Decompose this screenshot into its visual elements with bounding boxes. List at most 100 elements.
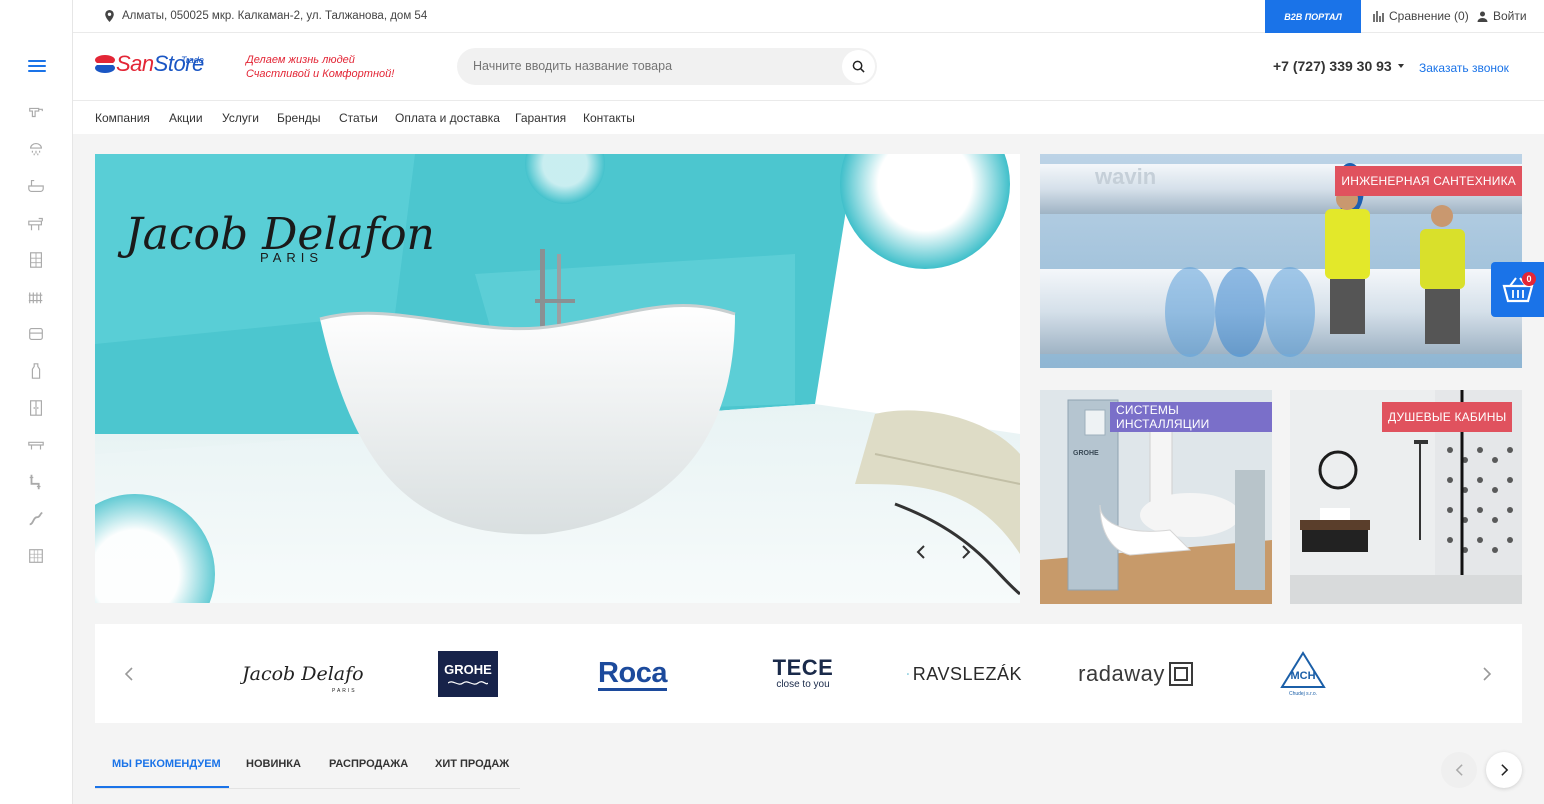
banner-shower[interactable]: ДУШЕВЫЕ КАБИНЫ — [1290, 390, 1522, 604]
brand-radaway[interactable]: radaway — [1073, 650, 1198, 698]
bottle-icon[interactable] — [26, 361, 46, 381]
nav-item-articles[interactable]: Статьи — [339, 111, 378, 125]
wave-icon — [448, 680, 488, 685]
brands-prev-arrow[interactable] — [121, 664, 137, 684]
radaway-logo: radaway — [1078, 661, 1165, 686]
shelf-icon[interactable] — [26, 435, 46, 455]
pipe-icon[interactable] — [26, 472, 46, 492]
wavin-brand-text: wavin — [1094, 164, 1156, 189]
chevron-right-icon — [1483, 667, 1492, 681]
products-prev-button[interactable] — [1441, 752, 1477, 788]
top-bar: Алматы, 050025 мкр. Калкаман-2, ул. Талж… — [73, 0, 1544, 33]
cart-count-badge: 0 — [1522, 272, 1536, 286]
radiator-icon[interactable] — [26, 287, 46, 307]
main-nav: Компания Акции Услуги Бренды Статьи Опла… — [73, 101, 1544, 134]
compare-label: Сравнение (0) — [1389, 9, 1469, 23]
brand-mch[interactable]: MCH Chudej s.r.o. — [1278, 650, 1328, 698]
chevron-right-icon — [1500, 764, 1508, 776]
toilet-icon[interactable] — [26, 324, 46, 344]
brands-next-arrow[interactable] — [1479, 664, 1495, 684]
floating-cart-button[interactable]: 0 — [1491, 262, 1544, 317]
shower-head-icon[interactable] — [26, 139, 46, 159]
slogan-line-1: Делаем жизнь людей — [246, 54, 355, 66]
search-button[interactable] — [842, 50, 875, 83]
nav-item-payment-delivery[interactable]: Оплата и доставка — [395, 111, 500, 125]
user-icon — [1477, 11, 1488, 22]
caret-down-icon — [1397, 64, 1404, 68]
banner-installation[interactable]: GROHE СИСТЕМЫ ИНСТАЛЛЯЦИИ — [1040, 390, 1272, 604]
search-input[interactable] — [473, 59, 833, 73]
brand-tece[interactable]: TECE close to you — [763, 650, 843, 698]
slogan: Делаем жизнь людей Счастливой и Комфортн… — [246, 53, 394, 81]
svg-text:PARIS: PARIS — [332, 688, 357, 694]
tece-tagline: close to you — [776, 679, 830, 690]
shower-cabin-icon[interactable] — [26, 250, 46, 270]
grohe-label-text: GROHE — [1073, 450, 1099, 457]
nav-item-promotions[interactable]: Акции — [169, 111, 203, 125]
mch-logo: MCH — [1280, 651, 1326, 688]
bathtub-icon[interactable] — [26, 176, 46, 196]
tab-bestsellers[interactable]: ХИТ ПРОДАЖ — [435, 758, 509, 770]
cabinet-icon[interactable] — [26, 398, 46, 418]
login-label: Войти — [1493, 9, 1527, 23]
tab-new[interactable]: НОВИНКА — [246, 758, 301, 770]
products-next-button[interactable] — [1486, 752, 1522, 788]
hero-brand-city: PARIS — [260, 250, 323, 265]
engineering-label: ИНЖЕНЕРНАЯ САНТЕХНИКА — [1335, 166, 1522, 196]
hero-next-arrow[interactable] — [957, 544, 973, 560]
tab-sale[interactable]: РАСПРОДАЖА — [329, 758, 408, 770]
banner-engineering[interactable]: wavin ИНЖЕНЕРНАЯ САНТЕХНИКА — [1040, 154, 1522, 368]
slogan-line-2: Счастливой и Комфортной! — [246, 68, 395, 80]
chevron-left-icon — [124, 667, 133, 681]
tab-recommended[interactable]: МЫ РЕКОМЕНДУЕМ — [112, 758, 221, 770]
nav-item-contacts[interactable]: Контакты — [583, 111, 635, 125]
brand-grohe[interactable]: GROHE — [438, 650, 498, 698]
svg-text:Jacob Delafon: Jacob Delafon — [240, 663, 365, 685]
ravslezak-drop-icon — [907, 673, 909, 675]
grohe-logo: GROHE — [438, 651, 498, 697]
location-pin-icon — [105, 10, 114, 22]
hero-image: Jacob Delafon PARIS — [95, 154, 1020, 603]
address-text: Алматы, 050025 мкр. Калкаман-2, ул. Талж… — [122, 10, 428, 22]
active-tab-underline — [95, 786, 229, 788]
faucet-icon[interactable] — [26, 102, 46, 122]
jacob-delafon-logo: Jacob Delafon PARIS — [240, 663, 365, 694]
brand-jacob-delafon[interactable]: Jacob Delafon PARIS — [240, 650, 365, 698]
chevron-left-icon — [916, 545, 925, 559]
login-link[interactable]: Войти — [1477, 9, 1527, 23]
compare-bars-icon — [1373, 10, 1384, 22]
shower-label: ДУШЕВЫЕ КАБИНЫ — [1382, 402, 1513, 432]
search-box — [457, 48, 877, 85]
tece-logo: TECE — [772, 655, 834, 680]
header: SanStore Trade Делаем жизнь людей Счастл… — [73, 33, 1544, 101]
hero-slider[interactable]: Jacob Delafon PARIS — [95, 154, 1020, 603]
brand-roca[interactable]: Roca — [590, 650, 675, 698]
chevron-right-icon — [962, 545, 971, 559]
phone-number: +7 (727) 339 30 93 — [1273, 58, 1392, 74]
logo-subtitle: Trade — [181, 55, 204, 65]
nav-item-brands[interactable]: Бренды — [277, 111, 320, 125]
ravslezak-logo: RAVSLEZÁK — [912, 663, 1022, 684]
tile-icon[interactable] — [26, 546, 46, 566]
brand-ravslezak[interactable]: RAVSLEZÁK — [907, 650, 1022, 698]
nav-item-warranty[interactable]: Гарантия — [515, 111, 566, 125]
product-tabs: МЫ РЕКОМЕНДУЕМ НОВИНКА РАСПРОДАЖА ХИТ ПР… — [95, 745, 520, 789]
sink-icon[interactable] — [26, 213, 46, 233]
roca-logo: Roca — [598, 656, 667, 691]
phone-dropdown[interactable]: +7 (727) 339 30 93 — [1273, 58, 1404, 74]
hose-icon[interactable] — [26, 509, 46, 529]
nav-item-company[interactable]: Компания — [95, 111, 150, 125]
address: Алматы, 050025 мкр. Калкаман-2, ул. Талж… — [105, 10, 427, 22]
installation-label: СИСТЕМЫ ИНСТАЛЛЯЦИИ — [1110, 402, 1272, 432]
compare-link[interactable]: Сравнение (0) — [1373, 9, 1469, 23]
brands-carousel: Jacob Delafon PARIS GROHE Roca TECE clos… — [95, 624, 1522, 723]
hero-prev-arrow[interactable] — [914, 544, 930, 560]
search-icon — [852, 60, 865, 73]
callback-link[interactable]: Заказать звонок — [1419, 61, 1509, 75]
menu-burger-icon[interactable] — [28, 60, 46, 74]
nav-item-services[interactable]: Услуги — [222, 111, 259, 125]
radaway-square-icon — [1168, 662, 1193, 686]
logo-mark-icon — [95, 55, 115, 73]
b2b-portal-button[interactable]: B2B ПОРТАЛ — [1265, 0, 1361, 33]
svg-text:MCH: MCH — [1290, 670, 1315, 682]
